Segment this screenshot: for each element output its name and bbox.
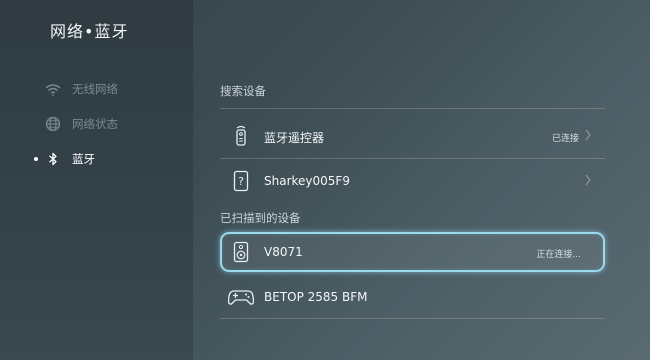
unknown-device-icon: ? xyxy=(230,169,252,193)
remote-control-icon xyxy=(230,124,252,148)
speaker-icon xyxy=(230,240,252,264)
device-status: 正在连接... xyxy=(536,250,581,260)
page-title: 网络•蓝牙 xyxy=(50,22,129,41)
wifi-icon xyxy=(44,81,62,97)
svg-text:?: ? xyxy=(238,175,244,188)
device-row-v8071[interactable]: V8071 正在连接... xyxy=(220,232,605,272)
globe-icon xyxy=(44,116,62,132)
sidebar-item-label: 网络状态 xyxy=(72,117,118,131)
divider xyxy=(220,158,605,159)
sidebar: 网络•蓝牙 无线网络 网络状态 蓝牙 xyxy=(0,0,193,360)
scanned-devices-heading: 已扫描到的设备 xyxy=(220,211,301,225)
sidebar-item-network-status[interactable]: 网络状态 xyxy=(0,109,193,139)
gamepad-icon xyxy=(226,285,256,309)
sidebar-item-bluetooth[interactable]: 蓝牙 xyxy=(0,144,193,174)
active-indicator-dot xyxy=(34,157,38,161)
chevron-right-icon xyxy=(585,174,591,186)
device-name: Sharkey005F9 xyxy=(264,174,350,188)
device-row-sharkey[interactable]: ? Sharkey005F9 xyxy=(220,161,605,201)
device-name: BETOP 2585 BFM xyxy=(264,290,368,304)
sidebar-item-wifi[interactable]: 无线网络 xyxy=(0,74,193,104)
divider xyxy=(220,108,605,109)
sidebar-item-label: 蓝牙 xyxy=(72,152,95,166)
divider xyxy=(220,318,605,319)
device-name: V8071 xyxy=(264,245,303,259)
settings-screen: 网络•蓝牙 无线网络 网络状态 蓝牙 搜索设备 蓝牙遥控器 已连接 ? Shar… xyxy=(0,0,650,360)
search-devices-heading: 搜索设备 xyxy=(220,84,266,98)
chevron-right-icon xyxy=(585,129,591,141)
device-row-remote[interactable]: 蓝牙遥控器 已连接 xyxy=(220,116,605,156)
device-status: 已连接 xyxy=(551,134,579,144)
device-name: 蓝牙遥控器 xyxy=(264,131,325,145)
device-row-betop[interactable]: BETOP 2585 BFM xyxy=(220,277,605,317)
bluetooth-icon xyxy=(44,151,62,167)
sidebar-item-label: 无线网络 xyxy=(72,82,118,96)
